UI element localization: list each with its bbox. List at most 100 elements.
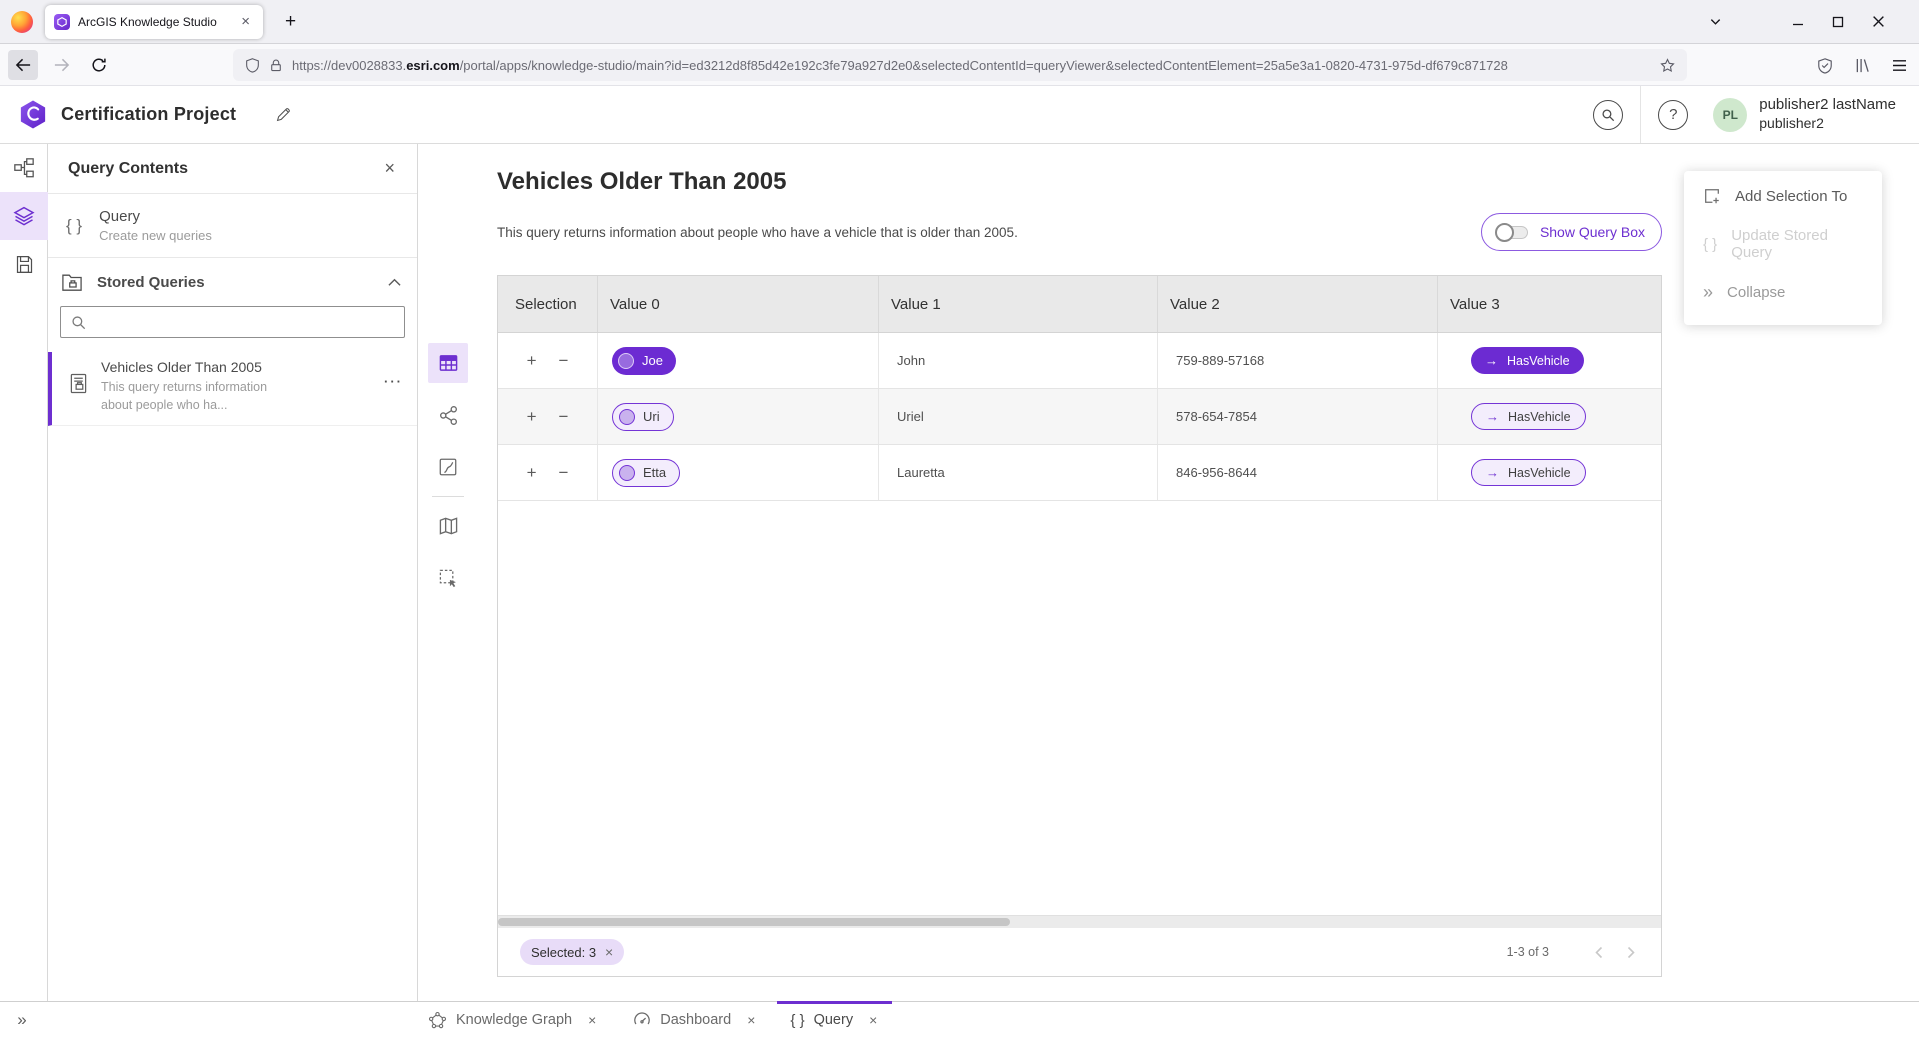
connection-lock-icon[interactable] xyxy=(269,58,283,73)
user-menu[interactable]: publisher2 lastName publisher2 xyxy=(1759,96,1900,132)
new-tab-button[interactable]: + xyxy=(279,11,302,33)
forward-button[interactable] xyxy=(46,50,76,80)
bookmark-star-icon[interactable] xyxy=(1660,58,1675,73)
firefox-logo-icon[interactable] xyxy=(11,11,33,33)
entity-pill[interactable]: Etta xyxy=(612,459,680,487)
entity-dot-icon xyxy=(619,409,635,425)
project-title: Certification Project xyxy=(61,104,236,125)
relationship-pill[interactable]: →HasVehicle xyxy=(1471,459,1586,486)
header-divider xyxy=(1640,86,1641,143)
pocket-shield-icon[interactable] xyxy=(1817,57,1833,74)
toggle-switch-icon[interactable] xyxy=(1495,223,1530,242)
link-chart-view-button[interactable] xyxy=(428,395,468,435)
window-close-button[interactable] xyxy=(1858,9,1899,34)
query-viewer: Vehicles Older Than 2005 This query retu… xyxy=(418,144,1919,1001)
tab-knowledge-graph[interactable]: Knowledge Graph × xyxy=(428,1002,598,1038)
pagination-label: 1-3 of 3 xyxy=(1507,945,1549,959)
relationship-pill[interactable]: →HasVehicle xyxy=(1471,403,1586,430)
braces-icon: { } xyxy=(66,216,82,236)
search-button[interactable] xyxy=(1593,100,1623,130)
tab-dashboard[interactable]: Dashboard × xyxy=(633,1002,757,1038)
knowledge-graph-icon xyxy=(428,1011,447,1030)
expand-panel-chevrons-icon[interactable]: » xyxy=(0,1010,44,1030)
add-to-map-button[interactable] xyxy=(428,506,468,546)
toolbar-divider xyxy=(432,496,464,497)
tab-close-icon[interactable]: × xyxy=(237,12,254,31)
remove-from-selection-button[interactable]: − xyxy=(557,350,571,371)
browser-tab-bar: ArcGIS Knowledge Studio × + xyxy=(0,0,1919,44)
add-to-selection-button[interactable]: + xyxy=(525,406,539,427)
cell-value: 578-654-7854 xyxy=(1176,409,1257,424)
menu-item-update-stored-query: { } Update Stored Query xyxy=(1684,220,1882,268)
arrow-right-icon: → xyxy=(1486,466,1499,479)
clear-selection-icon[interactable]: × xyxy=(605,945,613,959)
stored-queries-title: Stored Queries xyxy=(97,274,205,291)
panel-close-icon[interactable]: × xyxy=(376,156,403,181)
scrollbar-thumb[interactable] xyxy=(498,918,1010,926)
window-minimize-button[interactable] xyxy=(1778,10,1818,34)
browser-navigation-bar: https://dev0028833.esri.com/portal/apps/… xyxy=(0,44,1919,86)
back-button[interactable] xyxy=(8,50,38,80)
braces-icon: { } xyxy=(790,1012,804,1029)
query-result-title: Vehicles Older Than 2005 xyxy=(497,168,786,196)
knowledge-studio-logo-icon[interactable] xyxy=(19,99,47,130)
braces-icon: { } xyxy=(1703,236,1717,253)
table-row: + − Joe John 759-889-57168 →HasVehicle xyxy=(498,333,1661,389)
tracking-protection-shield-icon[interactable] xyxy=(245,57,260,73)
reload-button[interactable] xyxy=(84,50,114,80)
entity-dot-icon xyxy=(619,465,635,481)
menu-item-collapse[interactable]: » Collapse xyxy=(1684,268,1882,316)
avatar[interactable]: PL xyxy=(1713,98,1747,132)
window-maximize-button[interactable] xyxy=(1818,10,1858,34)
app-header: Certification Project ? PL publisher2 la… xyxy=(0,86,1919,144)
table-view-button[interactable] xyxy=(428,343,468,383)
previous-page-chevron-icon[interactable] xyxy=(1583,942,1615,963)
show-query-box-toggle[interactable]: Show Query Box xyxy=(1481,213,1662,251)
list-tabs-chevron-icon[interactable] xyxy=(1695,9,1736,34)
tab-close-icon[interactable]: × xyxy=(586,1012,598,1028)
hamburger-menu-icon[interactable] xyxy=(1892,59,1907,72)
stored-queries-section-header[interactable]: Stored Queries xyxy=(48,258,417,306)
stored-query-options-ellipsis-icon[interactable]: ··· xyxy=(384,374,403,389)
add-to-selection-button[interactable]: + xyxy=(525,462,539,483)
next-page-chevron-icon[interactable] xyxy=(1615,942,1647,963)
selected-count-label: Selected: 3 xyxy=(531,945,596,960)
stored-query-item[interactable]: Vehicles Older Than 2005 This query retu… xyxy=(48,352,417,426)
stored-queries-folder-icon xyxy=(61,272,83,292)
remove-from-selection-button[interactable]: − xyxy=(557,406,571,427)
query-result-description: This query returns information about peo… xyxy=(497,225,1018,240)
map-view-button[interactable] xyxy=(428,447,468,487)
left-icon-strip xyxy=(0,144,48,1001)
tab-query[interactable]: { } Query × xyxy=(777,1002,892,1038)
help-button[interactable]: ? xyxy=(1658,100,1688,130)
new-query-item[interactable]: { } Query Create new queries xyxy=(48,194,417,258)
relationship-pill[interactable]: →HasVehicle xyxy=(1471,347,1584,374)
entity-pill[interactable]: Uri xyxy=(612,403,674,431)
browser-tab-title: ArcGIS Knowledge Studio xyxy=(78,15,229,29)
contents-layers-button[interactable] xyxy=(0,192,48,240)
data-model-button[interactable] xyxy=(0,144,48,192)
entity-dot-icon xyxy=(618,353,634,369)
stored-query-title: Vehicles Older Than 2005 xyxy=(101,359,301,375)
menu-item-add-selection-to[interactable]: Add Selection To xyxy=(1684,172,1882,220)
edit-project-title-pencil-icon[interactable] xyxy=(274,105,293,124)
column-header-value1: Value 1 xyxy=(879,276,1158,332)
stored-queries-search-input[interactable] xyxy=(94,315,394,330)
entity-pill[interactable]: Joe xyxy=(612,347,676,375)
arrow-right-icon: → xyxy=(1486,410,1499,423)
cell-value: Lauretta xyxy=(897,465,945,480)
browser-tab[interactable]: ArcGIS Knowledge Studio × xyxy=(45,5,263,39)
remove-from-selection-button[interactable]: − xyxy=(557,462,571,483)
user-name: publisher2 lastName xyxy=(1759,96,1896,115)
tab-close-icon[interactable]: × xyxy=(867,1012,879,1028)
table-empty-area xyxy=(498,501,1661,915)
url-bar[interactable]: https://dev0028833.esri.com/portal/apps/… xyxy=(233,49,1687,81)
library-icon[interactable] xyxy=(1855,57,1870,74)
tab-close-icon[interactable]: × xyxy=(745,1012,757,1028)
arcgis-knowledge-favicon-icon xyxy=(54,14,70,30)
chevron-up-icon[interactable] xyxy=(388,278,401,287)
column-header-selection: Selection xyxy=(498,276,598,332)
add-to-selection-button[interactable]: + xyxy=(525,350,539,371)
selection-tools-button[interactable] xyxy=(428,558,468,598)
save-button[interactable] xyxy=(0,240,48,288)
